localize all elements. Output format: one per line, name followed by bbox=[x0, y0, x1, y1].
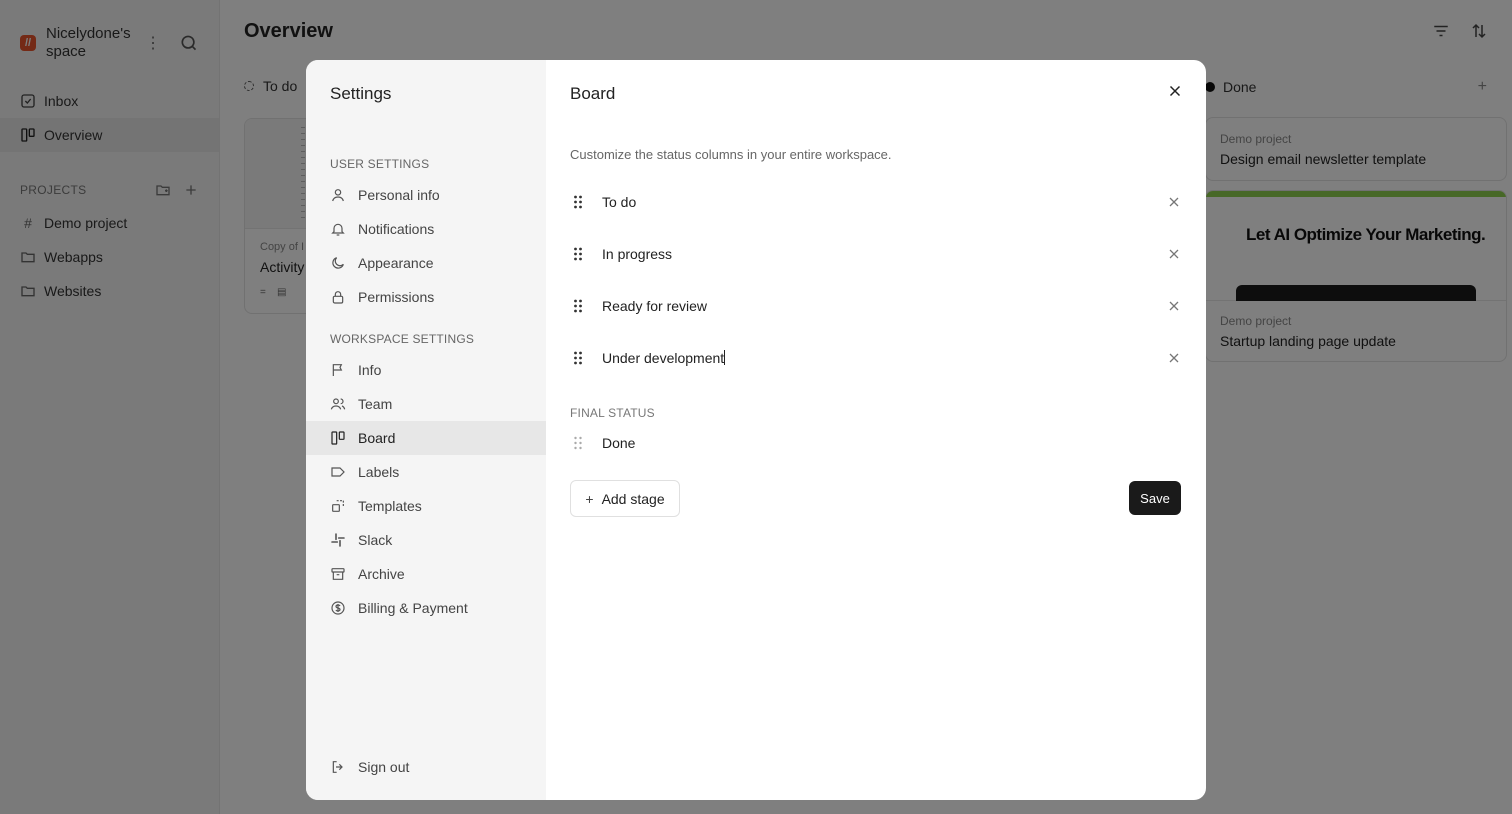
workspace-settings-label: WORKSPACE SETTINGS bbox=[330, 332, 475, 346]
settings-item-label: Permissions bbox=[358, 289, 435, 305]
settings-item-team[interactable]: Team bbox=[306, 387, 546, 421]
settings-item-appearance[interactable]: Appearance bbox=[306, 246, 546, 280]
flag-icon bbox=[332, 364, 343, 376]
board-icon bbox=[331, 431, 345, 445]
settings-item-label: Appearance bbox=[358, 255, 434, 271]
stage-name-input[interactable]: Under development bbox=[602, 350, 724, 366]
settings-item-board[interactable]: Board bbox=[306, 421, 546, 455]
board-settings-panel: Board Customize the status columns in yo… bbox=[546, 60, 1206, 800]
settings-item-labels[interactable]: Labels bbox=[306, 455, 546, 489]
settings-item-info[interactable]: Info bbox=[306, 353, 546, 387]
dollar-icon bbox=[331, 601, 345, 615]
text-cursor bbox=[724, 350, 726, 365]
stage-name-input[interactable]: To do bbox=[602, 194, 1168, 210]
stage-name-input[interactable]: Ready for review bbox=[602, 298, 1168, 314]
sign-out-icon bbox=[332, 761, 343, 773]
remove-stage-icon[interactable] bbox=[1168, 248, 1180, 260]
templates-icon bbox=[332, 500, 344, 512]
settings-item-archive[interactable]: Archive bbox=[306, 557, 546, 591]
slack-icon bbox=[331, 533, 345, 547]
settings-item-label: Info bbox=[358, 362, 382, 378]
drag-handle-icon[interactable] bbox=[570, 298, 586, 314]
settings-item-personal-info[interactable]: Personal info bbox=[306, 178, 546, 212]
drag-handle-icon bbox=[574, 436, 582, 450]
sign-out-label: Sign out bbox=[358, 759, 410, 775]
remove-stage-icon[interactable] bbox=[1168, 196, 1180, 208]
bell-icon bbox=[331, 223, 345, 236]
drag-handle-icon[interactable] bbox=[570, 194, 586, 210]
stage-row[interactable]: To do bbox=[570, 184, 1182, 220]
save-button[interactable]: Save bbox=[1129, 481, 1181, 515]
settings-item-label: Slack bbox=[358, 532, 393, 548]
add-stage-button[interactable]: + Add stage bbox=[570, 480, 680, 517]
settings-title: Settings bbox=[330, 84, 392, 103]
remove-stage-icon[interactable] bbox=[1168, 300, 1180, 312]
tag-icon bbox=[331, 467, 345, 477]
settings-item-label: Board bbox=[358, 430, 396, 446]
settings-modal: Settings USER SETTINGS Personal info Not… bbox=[306, 60, 1206, 800]
archive-icon bbox=[331, 568, 345, 580]
users-icon bbox=[330, 398, 346, 410]
stage-row[interactable]: Under development bbox=[570, 340, 1182, 376]
settings-item-label: Personal info bbox=[358, 187, 440, 203]
panel-title: Board bbox=[570, 84, 616, 103]
settings-item-label: Notifications bbox=[358, 221, 435, 237]
stage-row[interactable]: Ready for review bbox=[570, 288, 1182, 324]
sign-out-button[interactable]: Sign out bbox=[306, 750, 546, 784]
stage-name-input[interactable]: In progress bbox=[602, 246, 1168, 262]
settings-item-label: Archive bbox=[358, 566, 405, 582]
drag-handle-icon[interactable] bbox=[570, 350, 586, 366]
settings-item-permissions[interactable]: Permissions bbox=[306, 280, 546, 314]
final-status-row: Done bbox=[570, 425, 1182, 461]
remove-stage-icon[interactable] bbox=[1168, 352, 1180, 364]
drag-handle-icon[interactable] bbox=[570, 246, 586, 262]
settings-item-slack[interactable]: Slack bbox=[306, 523, 546, 557]
add-stage-label: Add stage bbox=[601, 490, 665, 507]
plus-icon: + bbox=[585, 490, 594, 507]
settings-item-label: Templates bbox=[358, 498, 422, 514]
user-icon bbox=[332, 189, 344, 202]
moon-icon bbox=[332, 257, 344, 269]
settings-item-billing[interactable]: Billing & Payment bbox=[306, 591, 546, 625]
lock-icon bbox=[332, 291, 344, 304]
panel-description: Customize the status columns in your ent… bbox=[570, 147, 892, 162]
stage-row[interactable]: In progress bbox=[570, 236, 1182, 272]
settings-item-notifications[interactable]: Notifications bbox=[306, 212, 546, 246]
final-status-name: Done bbox=[602, 435, 636, 451]
user-settings-label: USER SETTINGS bbox=[330, 157, 430, 171]
settings-item-templates[interactable]: Templates bbox=[306, 489, 546, 523]
close-icon[interactable] bbox=[1166, 82, 1184, 100]
settings-item-label: Team bbox=[358, 396, 393, 412]
settings-sidebar: Settings USER SETTINGS Personal info Not… bbox=[306, 60, 546, 800]
settings-item-label: Labels bbox=[358, 464, 400, 480]
final-status-label: FINAL STATUS bbox=[570, 406, 655, 420]
stage-name-field[interactable]: Under development bbox=[602, 350, 1168, 366]
settings-item-label: Billing & Payment bbox=[358, 600, 468, 616]
